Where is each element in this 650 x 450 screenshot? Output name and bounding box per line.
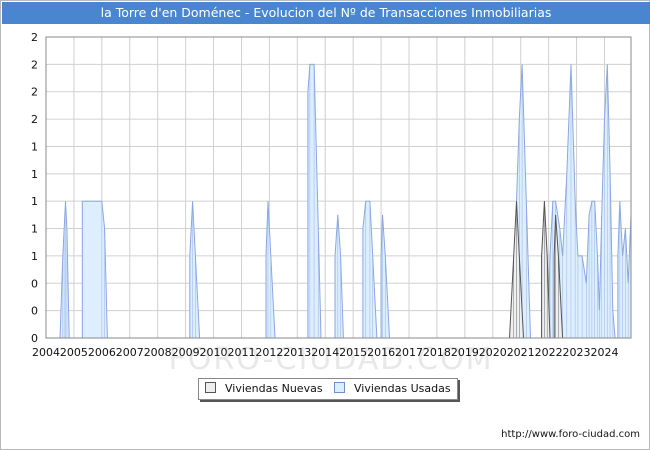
x-tick-label: 2021 [507, 346, 535, 359]
chart-frame: la Torre d'en Doménec - Evolucion del Nº… [0, 0, 650, 450]
x-tick-label: 2010 [200, 346, 228, 359]
legend: Viviendas Nuevas Viviendas Usadas [198, 378, 458, 400]
x-tick-label: 2019 [451, 346, 479, 359]
x-tick-label: 2014 [311, 346, 339, 359]
x-tick-label: 2008 [144, 346, 172, 359]
x-tick-label: 2015 [339, 346, 367, 359]
y-tick-label: 2 [31, 58, 38, 71]
x-tick-label: 2004 [32, 346, 60, 359]
x-tick-label: 2018 [423, 346, 451, 359]
legend-swatch-nuevas [205, 382, 216, 393]
x-axis: 2004 2005 2006 2007 2008 2009 2010 2011 2012 2013… [32, 346, 618, 359]
y-tick-label: 0 [31, 305, 38, 318]
x-tick-label: 2011 [227, 346, 255, 359]
x-tick-label: 2007 [116, 346, 144, 359]
legend-item-usadas: Viviendas Usadas [334, 382, 451, 396]
y-tick-label: 1 [31, 140, 38, 153]
legend-label-usadas: Viviendas Usadas [354, 382, 451, 395]
y-tick-label: 2 [31, 86, 38, 99]
y-tick-label: 1 [31, 195, 38, 208]
legend-item-nuevas: Viviendas Nuevas [205, 382, 323, 396]
x-tick-label: 2023 [563, 346, 591, 359]
y-tick-label: 0 [31, 332, 38, 345]
y-tick-label: 0 [31, 277, 38, 290]
x-tick-label: 2009 [172, 346, 200, 359]
x-tick-label: 2024 [590, 346, 618, 359]
y-axis: 0 0 0 1 1 1 1 1 2 2 2 2 [31, 31, 38, 345]
x-tick-label: 2012 [255, 346, 283, 359]
legend-label-nuevas: Viviendas Nuevas [225, 382, 323, 395]
x-tick-label: 2005 [60, 346, 88, 359]
y-tick-label: 1 [31, 250, 38, 263]
x-tick-label: 2022 [535, 346, 563, 359]
y-tick-label: 2 [31, 113, 38, 126]
source-link[interactable]: http://www.foro-ciudad.com [501, 429, 640, 440]
x-tick-label: 2017 [395, 346, 423, 359]
x-tick-label: 2016 [367, 346, 395, 359]
x-tick-label: 2006 [88, 346, 116, 359]
x-tick-label: 2020 [479, 346, 507, 359]
y-tick-label: 2 [31, 31, 38, 44]
y-tick-label: 1 [31, 223, 38, 236]
x-tick-label: 2013 [283, 346, 311, 359]
y-tick-label: 1 [31, 168, 38, 181]
legend-swatch-usadas [334, 382, 345, 393]
